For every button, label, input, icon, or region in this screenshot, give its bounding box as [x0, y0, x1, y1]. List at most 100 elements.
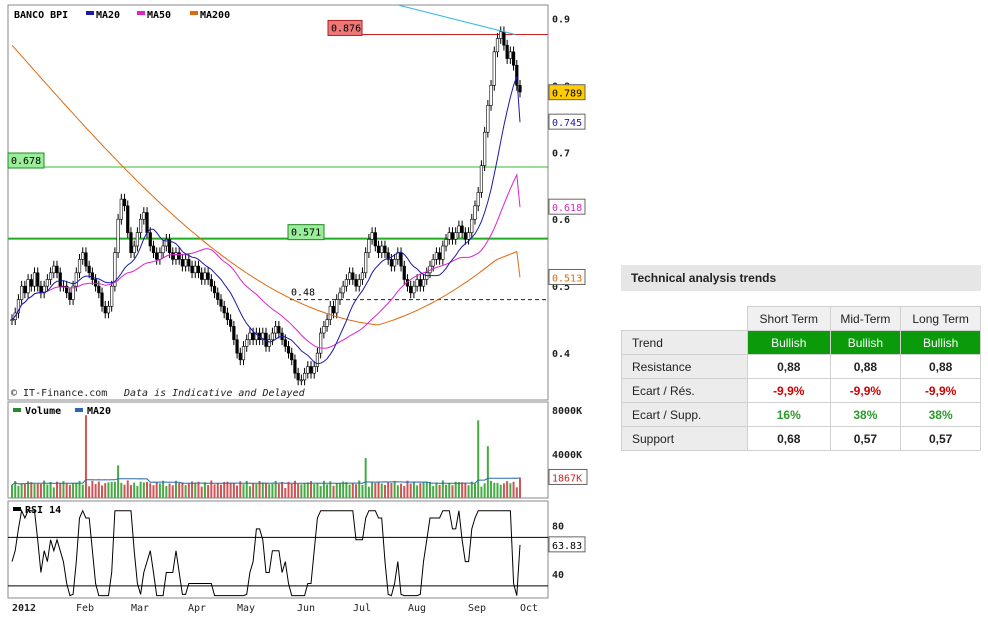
- volume-bar: [371, 481, 374, 498]
- trend-long: Bullish: [900, 330, 981, 355]
- candle-body: [225, 312, 230, 320]
- volume-bar: [36, 483, 39, 498]
- candle-body: [457, 225, 461, 233]
- candle-body: [293, 359, 297, 374]
- trend-table: Short Term Mid-Term Long Term Trend Bull…: [621, 306, 981, 451]
- candle-body: [354, 279, 358, 287]
- ecart-res-mid: -9,9%: [829, 378, 902, 403]
- candle-body: [187, 259, 191, 267]
- candle-body: [52, 265, 56, 274]
- volume-bar: [303, 483, 306, 498]
- volume-bar: [191, 481, 194, 498]
- volume-bar: [374, 482, 377, 498]
- candle-body: [370, 232, 374, 240]
- rsi-tag-label: 63.83: [552, 541, 582, 552]
- volume-bar: [329, 481, 332, 498]
- candle-body: [283, 339, 287, 347]
- rsi-y-tick-label: 80: [552, 521, 564, 532]
- candle-body: [161, 245, 165, 254]
- volume-bar: [194, 482, 197, 498]
- candle-body: [444, 239, 448, 247]
- candle-body: [470, 218, 474, 233]
- volume-bar: [351, 483, 354, 498]
- legend-entry: MA200: [200, 10, 230, 21]
- volume-bar: [33, 483, 36, 498]
- volume-bar: [432, 485, 435, 498]
- x-axis-label: Jun: [297, 603, 315, 614]
- volume-bar: [123, 484, 126, 498]
- candle-body: [248, 332, 252, 341]
- candle-body: [476, 192, 480, 207]
- candle-body: [357, 279, 361, 287]
- volume-bar: [68, 484, 71, 498]
- legend-swatch: [75, 408, 83, 412]
- volume-bar: [435, 482, 438, 498]
- row-label: Resistance: [621, 354, 748, 379]
- candle-body: [347, 272, 352, 280]
- volume-bar: [422, 481, 425, 498]
- candle-body: [483, 131, 487, 166]
- volume-bar: [146, 481, 149, 498]
- candle-body: [315, 352, 320, 367]
- candle-body: [174, 252, 178, 260]
- candle-body: [267, 339, 271, 347]
- legend-swatch: [13, 408, 21, 412]
- volume-bar: [383, 484, 386, 498]
- candle-body: [216, 292, 220, 300]
- volume-bar: [483, 483, 486, 498]
- resistance-mid: 0,88: [829, 354, 902, 379]
- candle-body: [409, 285, 413, 294]
- candle-body: [399, 252, 403, 267]
- volume-bar: [75, 482, 78, 498]
- trend-short: Bullish: [747, 330, 831, 355]
- trend-mid: Bullish: [829, 330, 902, 355]
- volume-bar: [168, 483, 171, 498]
- candle-body: [119, 198, 123, 220]
- candle-body: [415, 279, 419, 287]
- volume-bar: [11, 484, 13, 498]
- candle-body: [45, 279, 49, 287]
- trend-panel-title: Technical analysis trends: [621, 265, 981, 291]
- row-resistance: Resistance 0,88 0,88 0,88: [621, 354, 981, 379]
- volume-bar: [59, 483, 62, 498]
- volume-bar: [438, 484, 441, 498]
- volume-bar: [239, 481, 242, 498]
- volume-bar: [136, 485, 139, 498]
- candle-body: [219, 299, 223, 307]
- volume-bar: [81, 484, 84, 498]
- candle-body: [389, 259, 393, 267]
- candle-body: [212, 285, 217, 294]
- x-axis-label: Feb: [76, 603, 94, 614]
- volume-bar: [84, 415, 87, 498]
- volume-bar: [403, 486, 406, 498]
- volume-tag-label: 1867K: [552, 473, 582, 484]
- candle-body: [274, 326, 278, 334]
- candle-body: [402, 265, 406, 280]
- candle-body: [373, 232, 377, 247]
- volume-bar: [467, 485, 470, 498]
- volume-bar: [470, 481, 473, 498]
- volume-bar: [91, 480, 94, 498]
- price-y-tick-label: 0.4: [552, 349, 570, 360]
- volume-bar: [281, 481, 284, 498]
- volume-bar: [428, 481, 431, 498]
- candle-body: [193, 265, 197, 274]
- x-axis-label: Mar: [131, 603, 149, 614]
- candle-body: [431, 259, 435, 267]
- volume-bar: [187, 483, 190, 498]
- candle-body: [23, 285, 27, 294]
- candle-body: [171, 252, 175, 260]
- candle-body: [180, 259, 185, 267]
- candle-body: [100, 292, 104, 307]
- candle-body: [351, 272, 355, 280]
- volume-bar: [361, 484, 364, 498]
- candle-body: [77, 259, 82, 274]
- header-blank: [621, 306, 748, 331]
- volume-bar: [496, 482, 499, 498]
- volume-bar: [213, 484, 216, 498]
- candle-body: [222, 305, 226, 314]
- resistance-short: 0,88: [747, 354, 831, 379]
- volume-bar: [232, 483, 235, 498]
- candle-body: [229, 319, 233, 327]
- volume-bar: [248, 486, 251, 498]
